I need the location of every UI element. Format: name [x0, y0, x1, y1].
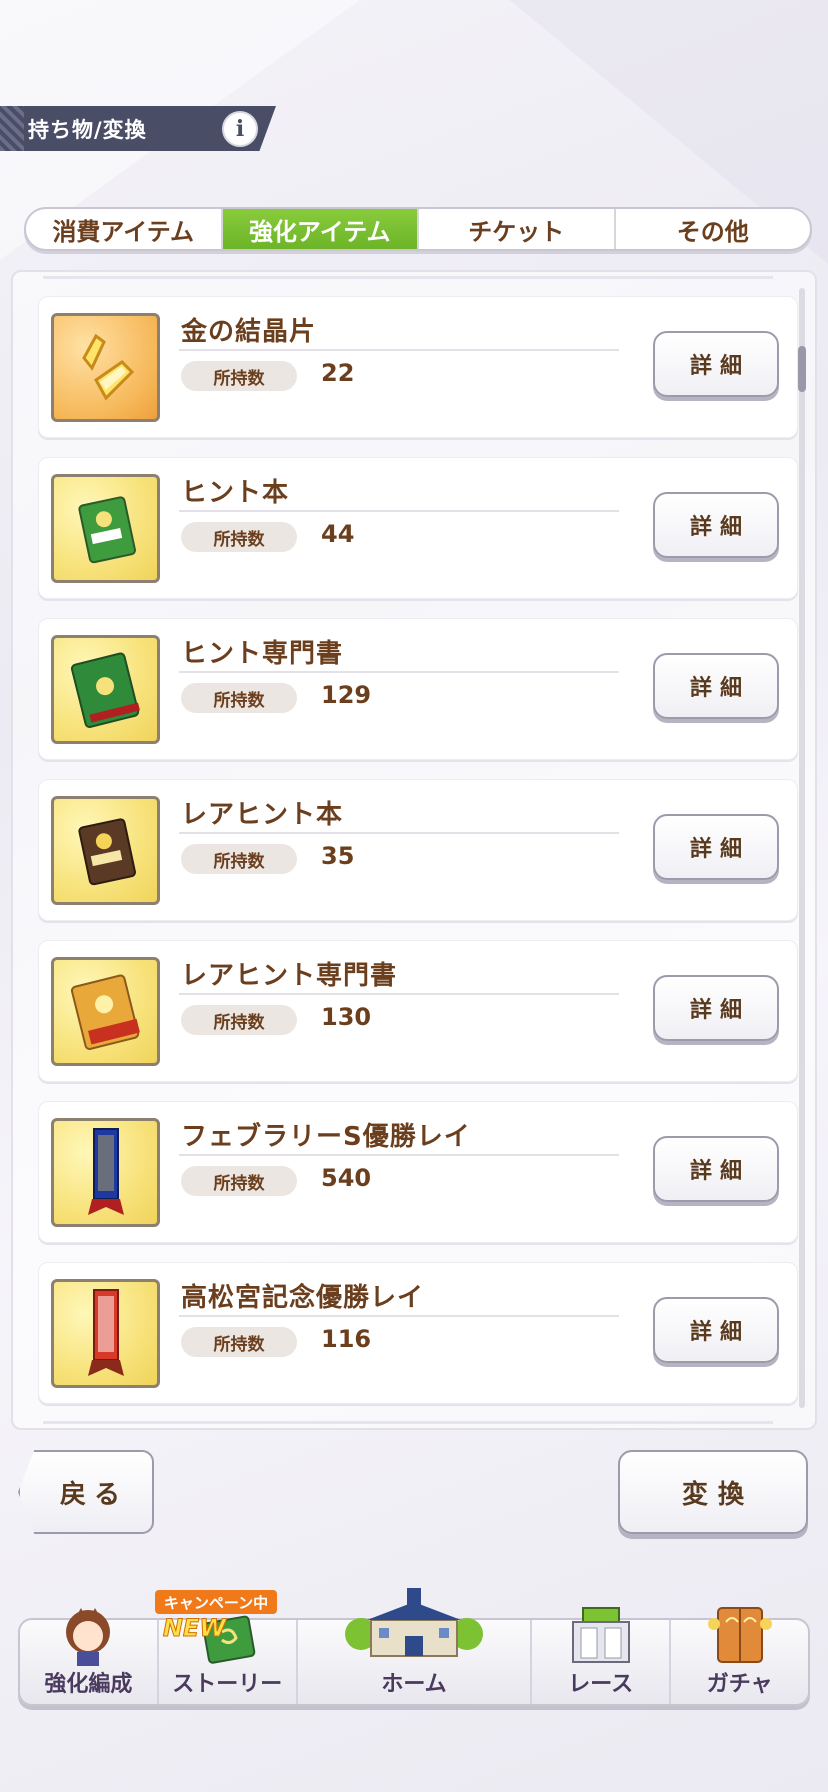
- own-count-label: 所持数: [181, 844, 297, 874]
- list-item: レアヒント本 所持数 35 詳細: [38, 779, 798, 921]
- item-name: フェブラリーS優勝レイ: [181, 1122, 471, 1152]
- nav-race-label: レース: [568, 1672, 634, 1697]
- detail-button[interactable]: 詳細: [653, 975, 779, 1041]
- own-count-label: 所持数: [181, 361, 297, 391]
- item-name: 金の結晶片: [181, 317, 317, 347]
- item-name: 高松宮記念優勝レイ: [181, 1283, 425, 1313]
- own-count-value: 35: [321, 842, 355, 870]
- own-count-label: 所持数: [181, 522, 297, 552]
- nav-enhance[interactable]: 強化編成: [20, 1608, 159, 1704]
- own-count-label: 所持数: [181, 1327, 297, 1357]
- nav-story[interactable]: NEW ストーリー: [159, 1614, 298, 1704]
- hint-expert-book-icon: [51, 635, 160, 744]
- nav-home-label: ホーム: [381, 1672, 447, 1697]
- character-avatar-icon: [66, 1608, 111, 1666]
- takamatsunomiya-lei-icon: [51, 1279, 160, 1388]
- list-item: 金の結晶片 所持数 22 詳細: [38, 296, 798, 438]
- detail-button[interactable]: 詳細: [653, 653, 779, 719]
- bottom-nav: 強化編成 NEW ストーリー ホーム レース ガチャ: [18, 1588, 810, 1706]
- rare-hint-expert-book-icon: [51, 957, 160, 1066]
- title-stripe: [0, 106, 24, 151]
- own-count-value: 22: [321, 359, 355, 387]
- page-title: 持ち物/変換: [28, 117, 147, 142]
- divider: [179, 510, 619, 512]
- detail-button[interactable]: 詳細: [653, 1297, 779, 1363]
- tab-other[interactable]: その他: [616, 209, 811, 249]
- item-name: ヒント本: [181, 478, 290, 508]
- list-item: ヒント専門書 所持数 129 詳細: [38, 618, 798, 760]
- nav-story-label: ストーリー: [172, 1672, 283, 1697]
- own-count-value: 44: [321, 520, 355, 548]
- list-item: ヒント本 所持数 44 詳細: [38, 457, 798, 599]
- divider: [179, 1154, 619, 1156]
- race-gate-icon: [571, 1607, 630, 1663]
- own-count-label: 所持数: [181, 1166, 297, 1196]
- nav-gacha[interactable]: ガチャ: [671, 1607, 808, 1704]
- new-badge: NEW: [162, 1614, 226, 1643]
- list-item: 高松宮記念優勝レイ 所持数 116 詳細: [38, 1262, 798, 1404]
- tab-enhancement[interactable]: 強化アイテム: [222, 209, 419, 249]
- list-item: レアヒント専門書 所持数 130 詳細: [38, 940, 798, 1082]
- divider: [43, 1421, 773, 1424]
- february-stakes-lei-icon: [51, 1118, 160, 1227]
- item-name: レアヒント専門書: [181, 961, 398, 991]
- nav-enhance-label: 強化編成: [44, 1672, 133, 1697]
- nav-gacha-label: ガチャ: [706, 1672, 773, 1697]
- own-count-value: 129: [321, 681, 372, 709]
- tab-ticket[interactable]: チケット: [419, 209, 616, 249]
- back-button[interactable]: 戻る: [18, 1450, 154, 1534]
- divider: [179, 832, 619, 834]
- own-count-value: 130: [321, 1003, 372, 1031]
- school-building-icon: [345, 1588, 483, 1657]
- own-count-value: 540: [321, 1164, 372, 1192]
- tab-consumable[interactable]: 消費アイテム: [26, 209, 223, 249]
- divider: [179, 993, 619, 995]
- info-button[interactable]: i: [222, 111, 258, 147]
- item-name: ヒント専門書: [181, 639, 344, 669]
- hint-book-icon: [51, 474, 160, 583]
- nav-race[interactable]: レース: [532, 1607, 672, 1704]
- list-item: フェブラリーS優勝レイ 所持数 540 詳細: [38, 1101, 798, 1243]
- divider: [179, 671, 619, 673]
- gacha-door-icon: [707, 1607, 772, 1663]
- detail-button[interactable]: 詳細: [653, 1136, 779, 1202]
- convert-button[interactable]: 変換: [618, 1450, 808, 1534]
- category-tabs: 消費アイテム 強化アイテム チケット その他: [24, 207, 812, 251]
- detail-button[interactable]: 詳細: [653, 814, 779, 880]
- own-count-label: 所持数: [181, 683, 297, 713]
- divider: [179, 1315, 619, 1317]
- own-count-label: 所持数: [181, 1005, 297, 1035]
- scrollbar-thumb[interactable]: [798, 346, 806, 392]
- rare-hint-book-icon: [51, 796, 160, 905]
- detail-button[interactable]: 詳細: [653, 492, 779, 558]
- divider: [43, 276, 773, 279]
- campaign-badge: キャンペーン中: [155, 1590, 277, 1614]
- gold-crystal-icon: [51, 313, 160, 422]
- detail-button[interactable]: 詳細: [653, 331, 779, 397]
- scrollbar-track[interactable]: [799, 288, 805, 1408]
- item-list-panel[interactable]: 金の結晶片 所持数 22 詳細 ヒント本 所持数 44 詳細 ヒント専門書 所持…: [11, 270, 817, 1430]
- divider: [179, 349, 619, 351]
- nav-home[interactable]: ホーム: [298, 1588, 533, 1704]
- item-name: レアヒント本: [181, 800, 344, 830]
- own-count-value: 116: [321, 1325, 372, 1353]
